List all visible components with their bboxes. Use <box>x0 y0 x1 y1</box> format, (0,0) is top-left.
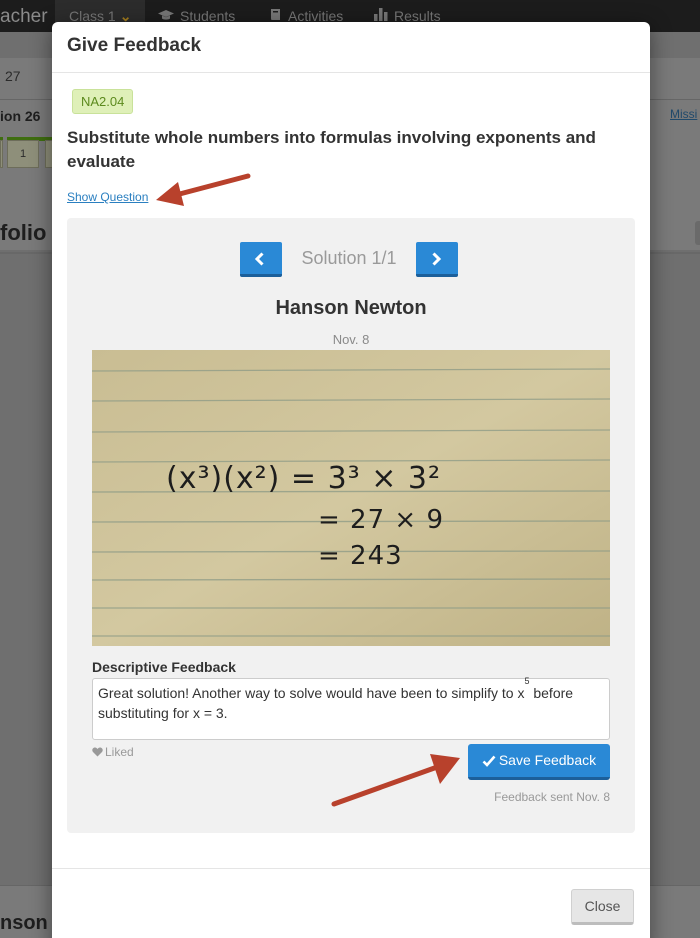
handwriting-line-3: = 243 <box>318 541 403 571</box>
annotation-arrow-icon <box>156 173 251 206</box>
modal-footer: Close <box>52 868 650 938</box>
solution-panel: Solution 1/1 Hanson Newton Nov. 8 (x³)(x… <box>67 218 635 833</box>
close-button[interactable]: Close <box>571 889 634 925</box>
modal-title: Give Feedback <box>67 35 202 56</box>
show-question-link[interactable]: Show Question <box>67 190 148 204</box>
feedback-exponent: 5 <box>524 676 530 686</box>
background-side-tab <box>695 221 700 245</box>
feedback-sent-status: Feedback sent Nov. 8 <box>494 790 610 804</box>
background-mission-title: ion 26 <box>0 108 41 124</box>
student-name: Hanson Newton <box>275 297 427 319</box>
modal-header: Give Feedback <box>52 22 650 73</box>
previous-solution-button[interactable] <box>240 242 282 277</box>
chevron-right-icon <box>432 252 442 266</box>
chevron-left-icon <box>254 252 264 266</box>
checkmark-icon <box>482 755 496 767</box>
background-chip: 1 <box>7 140 39 168</box>
save-feedback-label: Save Feedback <box>498 752 597 768</box>
handwriting-line-1: (x³)(x²) = 3³ × 3² <box>166 461 441 496</box>
annotation-arrow-icon <box>331 754 460 807</box>
background-portfolio-heading: folio <box>0 220 47 245</box>
descriptive-feedback-textarea[interactable]: Great solution! Another way to solve wou… <box>92 676 610 740</box>
solution-counter: Solution 1/1 <box>301 248 397 268</box>
standard-code-badge: NA2.04 <box>72 89 134 114</box>
descriptive-feedback-label: Descriptive Feedback <box>92 659 236 675</box>
background-student-name: nson <box>0 912 48 934</box>
feedback-text-start: Great solution! Another way to solve wou… <box>98 685 525 701</box>
save-feedback-button[interactable]: Save Feedback <box>468 744 610 780</box>
background-subbar-text: 27 <box>5 68 21 84</box>
brand-text: acher <box>0 6 48 27</box>
next-solution-button[interactable] <box>416 242 458 277</box>
solution-photo: (x³)(x²) = 3³ × 3² = 27 × 9 = 243 <box>92 350 610 646</box>
handwritten-solution-image: (x³)(x²) = 3³ × 3² = 27 × 9 = 243 <box>92 350 610 646</box>
solution-date: Nov. 8 <box>332 332 370 347</box>
background-mission-link[interactable]: Missi <box>670 107 697 121</box>
heart-icon <box>92 747 103 757</box>
standard-title: Substitute whole numbers into formulas i… <box>67 128 596 171</box>
liked-indicator[interactable]: Liked <box>92 745 134 759</box>
liked-label: Liked <box>105 745 134 759</box>
background-chip <box>0 140 3 168</box>
handwriting-line-2: = 27 × 9 <box>318 505 444 535</box>
